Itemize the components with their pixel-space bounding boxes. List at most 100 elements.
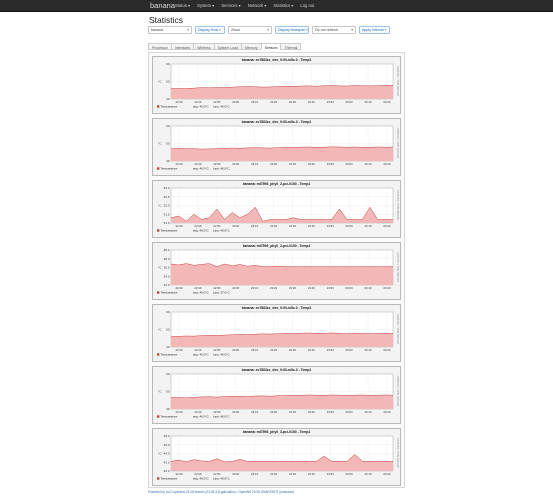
tab-processor[interactable]: Processor [148, 43, 171, 50]
display-host-button[interactable]: Display Host » [195, 26, 225, 34]
y-tick-label: 40 [166, 159, 170, 163]
graph-plot: 60 50 40 °C 22:30 22:40 22:50 23:00 23:10 23:20 23… [157, 62, 399, 109]
y-tick-label: 46.0 [164, 443, 170, 447]
x-tick-label: 00:00 [346, 162, 353, 166]
x-tick-label: 22:40 [194, 224, 201, 228]
y-tick-label: 48.0 [164, 434, 170, 438]
nav-status[interactable]: Status ▾ [175, 3, 190, 8]
nav-logout[interactable]: Log out [300, 3, 314, 8]
timespan-select[interactable]: 2hour ▾ [228, 26, 272, 34]
y-tick-label: 32.0 [164, 283, 170, 287]
y-axis-unit: °C [158, 266, 162, 270]
refresh-select[interactable]: Do not refresh ▾ [312, 26, 356, 34]
x-tick-label: 23:20 [270, 224, 277, 228]
x-tick-label: 00:00 [346, 472, 353, 476]
legend-last: Last: 46.0°C [213, 353, 230, 357]
legend-last: Last: 37.6°C [213, 291, 230, 295]
x-tick-label: 00:20 [384, 100, 391, 104]
legend-swatch [157, 291, 160, 294]
x-tick-label: 22:40 [194, 410, 201, 414]
x-tick-label: 00:20 [384, 410, 391, 414]
nav-services[interactable]: Services ▾ [221, 3, 240, 8]
tab-memory[interactable]: Memory [241, 43, 261, 50]
tab-thermal[interactable]: Thermal [280, 43, 302, 50]
rrdtool-label: RRDTOOL / TOBI OETIKER [396, 438, 399, 468]
x-tick-label: 23:00 [232, 224, 239, 228]
y-tick-label: 50 [166, 80, 170, 84]
legend-swatch [157, 105, 160, 108]
nav-statistics[interactable]: Statistics ▾ [273, 3, 293, 8]
y-axis-unit: °C [158, 328, 162, 332]
graph-plot: 60 50 40 °C 22:30 22:40 22:50 23:00 23:10 23:20 23… [157, 310, 399, 357]
x-tick-label: 23:30 [289, 410, 296, 414]
x-tick-label: 00:10 [365, 410, 372, 414]
sensor-graph: banana: ec7863zc_dev_0:00-m5z-0 - Temp1 … [152, 56, 401, 114]
y-tick-label: 50 [166, 142, 170, 146]
footer: Powered by LuCI openwrt-23.05 branch (23… [148, 490, 408, 494]
nav-network[interactable]: Network ▾ [248, 3, 267, 8]
x-tick-label: 23:40 [308, 100, 315, 104]
x-tick-label: 22:40 [194, 348, 201, 352]
x-tick-label: 22:30 [176, 224, 183, 228]
rrdtool-label: RRDTOOL / TOBI OETIKER [396, 252, 399, 282]
x-tick-label: 23:30 [289, 162, 296, 166]
chevron-down-icon: ▾ [267, 28, 269, 32]
x-tick-label: 22:50 [213, 472, 220, 476]
legend-last: Last: 46.0°C [213, 105, 230, 109]
x-tick-label: 23:50 [327, 410, 334, 414]
x-tick-label: 22:30 [176, 472, 183, 476]
legend-avg: avg: 46.0°C [193, 415, 210, 419]
x-tick-label: 23:10 [251, 348, 258, 352]
sensor-graph: banana: mt7596_phy0_3-pci-0100 - Temp1 4… [152, 428, 401, 486]
y-tick-label: 52.5 [164, 195, 170, 199]
legend-avg: avg: 46.0°C [193, 105, 210, 109]
host-select[interactable]: banana ▾ [148, 26, 192, 34]
x-tick-label: 22:30 [176, 162, 183, 166]
tab-sensors[interactable]: Sensors [260, 43, 281, 50]
x-tick-label: 22:30 [176, 348, 183, 352]
tab-system-load[interactable]: System Load [213, 43, 241, 50]
legend-label: Temperature [161, 167, 178, 171]
sensor-graph: banana: ec7863zc_dev_0:00-m5z-0 - Temp1 … [152, 118, 401, 176]
legend-label: Temperature [161, 229, 178, 233]
x-tick-label: 22:30 [176, 410, 183, 414]
y-tick-label: 40.0 [164, 248, 170, 252]
x-tick-label: 22:50 [213, 410, 220, 414]
x-tick-label: 23:20 [270, 472, 277, 476]
x-tick-label: 23:20 [270, 410, 277, 414]
display-timespan-button[interactable]: Display timespan » [275, 26, 309, 34]
x-tick-label: 23:20 [270, 348, 277, 352]
legend-avg: avg: 46.0°C [193, 353, 210, 357]
x-tick-label: 23:00 [232, 410, 239, 414]
legend-last: Last: 46.0°C [213, 229, 230, 233]
nav-system[interactable]: System ▾ [197, 3, 214, 8]
tab-wireless[interactable]: Wireless [193, 43, 214, 50]
footer-text[interactable]: Powered by LuCI openwrt-23.05 branch (23… [148, 490, 294, 494]
x-tick-label: 00:20 [384, 224, 391, 228]
y-tick-label: 38.0 [164, 257, 170, 261]
x-tick-label: 00:20 [384, 472, 391, 476]
sensor-graph: banana: mt7596_phy0_2-pci-0100 - Temp1 5… [152, 180, 401, 238]
x-tick-label: 23:10 [251, 410, 258, 414]
x-tick-label: 23:30 [289, 224, 296, 228]
legend-swatch [157, 167, 160, 170]
x-tick-label: 00:10 [365, 286, 372, 290]
x-tick-label: 00:00 [346, 100, 353, 104]
x-tick-label: 22:40 [194, 472, 201, 476]
page-title: Statistics [149, 15, 184, 25]
y-tick-label: 40.0 [164, 469, 170, 473]
x-tick-label: 23:00 [232, 162, 239, 166]
brand-logo[interactable]: banana [150, 1, 175, 10]
x-tick-label: 23:20 [270, 162, 277, 166]
x-tick-label: 23:40 [308, 472, 315, 476]
graph-plot: 53.0 52.5 52.0 51.5 51.0 °C 22:30 22:40 22:50 23:… [157, 186, 399, 233]
x-tick-label: 00:20 [384, 286, 391, 290]
apply-interval-button[interactable]: Apply interval » [359, 26, 390, 34]
legend-swatch [157, 353, 160, 356]
x-tick-label: 22:40 [194, 162, 201, 166]
tab-interfaces[interactable]: Interfaces [170, 43, 194, 50]
y-tick-label: 60 [166, 62, 170, 66]
legend-label: Temperature [161, 477, 178, 481]
y-tick-label: 40 [166, 345, 170, 349]
chevron-down-icon: ▾ [187, 28, 189, 32]
